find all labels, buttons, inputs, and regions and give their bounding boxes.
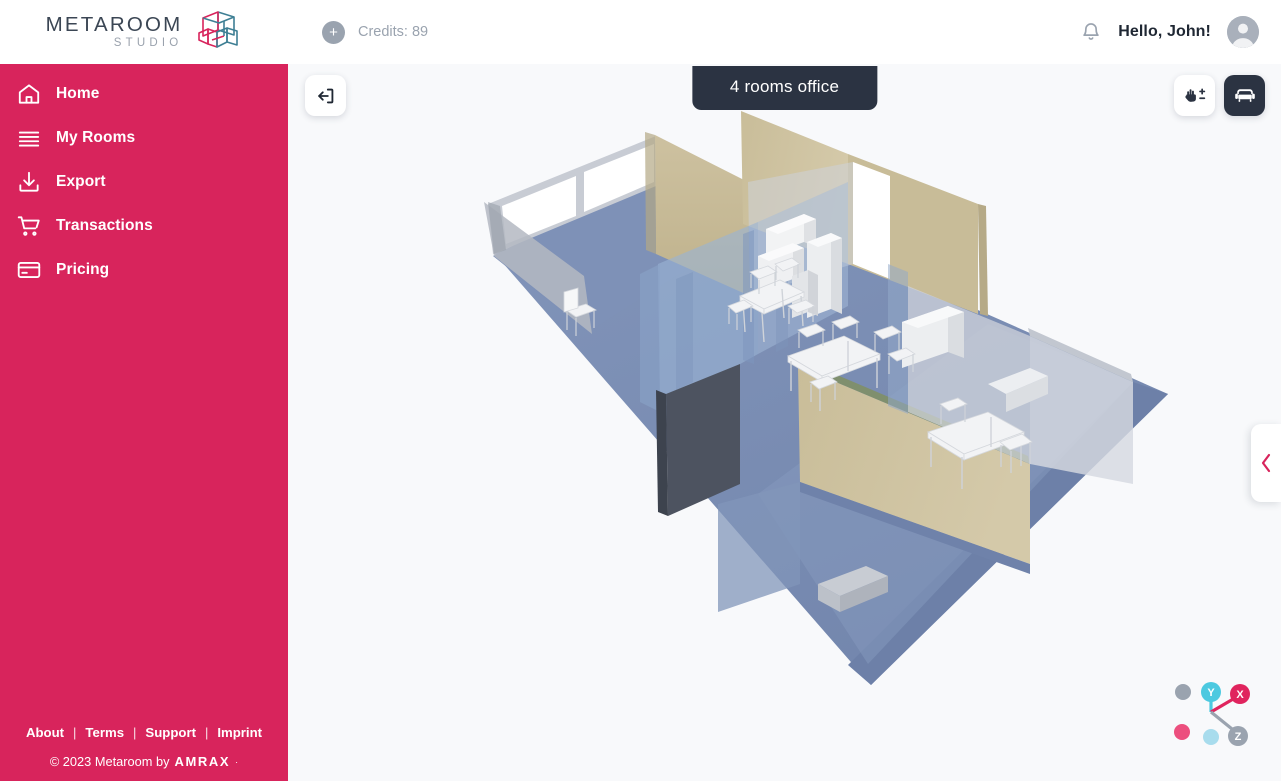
gizmo-axis-x[interactable]: X: [1230, 684, 1250, 704]
logo-wordmark: METAROOM: [46, 15, 183, 36]
brand-logo[interactable]: METAROOM STUDIO: [0, 0, 288, 64]
amrax-trademark-mark: ·: [235, 757, 238, 767]
side-panel-toggle[interactable]: [1251, 424, 1281, 502]
sidebar: METAROOM STUDIO: [0, 0, 288, 781]
home-icon: [16, 81, 42, 107]
sidebar-item-label: Export: [56, 173, 106, 191]
footer-link-imprint[interactable]: Imprint: [208, 725, 271, 740]
sidebar-item-label: My Rooms: [56, 129, 135, 147]
svg-text:Z: Z: [1235, 731, 1242, 743]
plus-circle-icon: +: [322, 21, 345, 44]
sidebar-nav: Home My Rooms Export: [0, 64, 288, 725]
sidebar-item-label: Home: [56, 85, 99, 103]
logo-subtitle: STUDIO: [114, 38, 183, 50]
bell-icon[interactable]: [1080, 21, 1102, 43]
hand-zoom-plus-minus-icon: [1183, 84, 1207, 108]
svg-text:X: X: [1236, 689, 1244, 701]
header-right-group: Hello, John!: [1080, 16, 1259, 48]
sidebar-item-pricing[interactable]: Pricing: [0, 248, 288, 292]
list-lines-icon: [16, 125, 42, 151]
footer-link-terms[interactable]: Terms: [76, 725, 133, 740]
exit-arrow-left-icon: [315, 85, 337, 107]
top-header: + Credits: 89 Hello, John!: [288, 0, 1281, 64]
floorplan-3d-model[interactable]: [288, 64, 1281, 781]
gizmo-neg-z-dot[interactable]: [1175, 684, 1191, 700]
sofa-icon: [1232, 83, 1258, 109]
gizmo-axis-z[interactable]: Z: [1228, 726, 1248, 746]
sidebar-item-export[interactable]: Export: [0, 160, 288, 204]
footer-links: About | Terms | Support | Imprint: [0, 725, 288, 740]
model-viewport[interactable]: 4 rooms office: [288, 64, 1281, 781]
credit-card-icon: [16, 257, 42, 283]
chevron-left-icon: [1259, 452, 1274, 474]
furniture-toggle-button[interactable]: [1224, 75, 1265, 116]
metaroom-cube-logo-icon: [194, 9, 242, 55]
sidebar-item-my-rooms[interactable]: My Rooms: [0, 116, 288, 160]
app-root: METAROOM STUDIO: [0, 0, 1281, 781]
axis-gizmo[interactable]: Y X Z: [1161, 674, 1253, 754]
shopping-cart-icon: [16, 213, 42, 239]
user-avatar-icon[interactable]: [1227, 16, 1259, 48]
sidebar-item-label: Pricing: [56, 261, 109, 279]
svg-text:Y: Y: [1207, 687, 1215, 699]
gizmo-axis-y[interactable]: Y: [1201, 682, 1221, 702]
sidebar-item-home[interactable]: Home: [0, 72, 288, 116]
credits-button[interactable]: + Credits: 89: [322, 21, 428, 44]
download-icon: [16, 169, 42, 195]
sidebar-item-transactions[interactable]: Transactions: [0, 204, 288, 248]
pan-zoom-button[interactable]: [1174, 75, 1215, 116]
footer-link-support[interactable]: Support: [136, 725, 205, 740]
user-greeting: Hello, John!: [1118, 23, 1211, 41]
copyright: © 2023 Metaroom by AMRAX ·: [0, 754, 288, 769]
sidebar-item-label: Transactions: [56, 217, 153, 235]
footer-link-about[interactable]: About: [17, 725, 73, 740]
gizmo-neg-x-dot[interactable]: [1174, 724, 1190, 740]
sidebar-footer: About | Terms | Support | Imprint © 2023…: [0, 725, 288, 781]
amrax-wordmark: AMRAX: [175, 754, 231, 769]
copyright-text: © 2023 Metaroom by: [50, 754, 170, 769]
back-button[interactable]: [305, 75, 346, 116]
credits-label: Credits: 89: [358, 24, 428, 40]
project-title: 4 rooms office: [692, 66, 877, 110]
gizmo-neg-y-dot[interactable]: [1203, 729, 1219, 745]
